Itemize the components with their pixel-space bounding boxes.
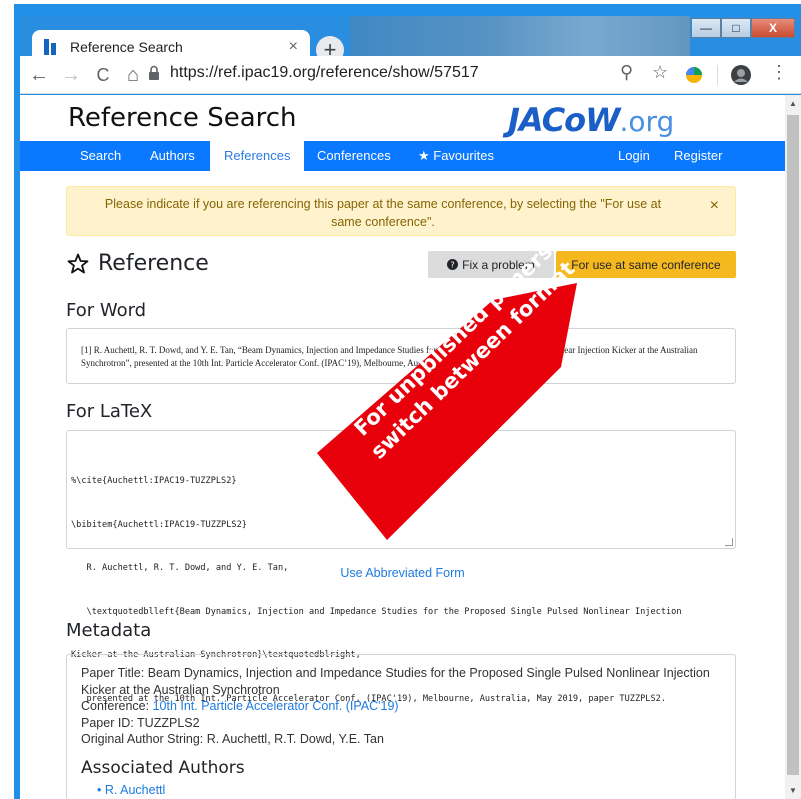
author-string-line: Original Author String: R. Auchettl, R.T… (81, 732, 384, 746)
menu-kebab-icon[interactable]: ⋮ (770, 62, 788, 83)
svg-text:?: ? (451, 261, 455, 270)
browser-toolbar: ← → C ⌂ https://ref.ipac19.org/reference… (20, 56, 801, 94)
bookmark-star-icon[interactable]: ☆ (652, 62, 668, 83)
taskbar-blur (350, 16, 690, 56)
toolbar-divider (717, 65, 718, 85)
jacow-logo[interactable]: JACoW .org (508, 101, 674, 139)
scroll-down-icon[interactable]: ▼ (789, 786, 797, 795)
alert-close-icon[interactable]: × (710, 197, 719, 215)
same-conference-button[interactable]: For use at same conference (556, 251, 736, 278)
same-conference-alert: Please indicate if you are referencing t… (66, 186, 736, 236)
reload-icon[interactable]: C (90, 62, 116, 88)
tab-strip: — □ X Reference Search × + (20, 16, 801, 64)
back-arrow-icon[interactable]: ← (26, 62, 52, 88)
star-outline-icon[interactable] (66, 252, 90, 276)
question-circle-icon: ? (447, 259, 459, 270)
nav-conferences[interactable]: Conferences (305, 141, 403, 171)
reference-title: Reference (98, 251, 209, 276)
author-link[interactable]: R. Auchettl (105, 783, 165, 797)
logo-main: JACoW (508, 101, 620, 139)
maximize-button[interactable]: □ (721, 18, 751, 38)
zoom-icon[interactable]: ⚲ (620, 62, 633, 83)
scroll-up-icon[interactable]: ▲ (789, 99, 797, 108)
word-reference-text: [1] R. Auchettl, R. T. Dowd, and Y. E. T… (81, 345, 698, 368)
reference-heading: Reference (66, 251, 209, 276)
alert-text: Please indicate if you are referencing t… (104, 197, 662, 229)
profile-avatar-icon[interactable] (730, 64, 752, 86)
scroll-thumb[interactable] (787, 115, 799, 775)
close-window-button[interactable]: X (751, 18, 795, 38)
address-bar[interactable]: https://ref.ipac19.org/reference/show/57… (170, 64, 479, 82)
metadata-box: Paper Title: Beam Dynamics, Injection an… (66, 654, 736, 799)
nav-login[interactable]: Login (606, 141, 662, 171)
tab-close-icon[interactable]: × (289, 38, 298, 56)
abbreviated-form-link[interactable]: Use Abbreviated Form (20, 566, 785, 580)
minimize-button[interactable]: — (691, 18, 721, 38)
associated-authors-title: Associated Authors (81, 757, 245, 778)
nav-authors[interactable]: Authors (138, 141, 207, 171)
jacow-favicon-icon (44, 39, 60, 55)
site-header: Reference Search JACoW .org (20, 95, 785, 141)
for-word-title: For Word (66, 300, 147, 321)
for-latex-title: For LaTeX (66, 401, 153, 422)
extension-icon[interactable] (684, 65, 704, 85)
window-controls: — □ X (691, 18, 795, 38)
paper-title-line: Paper Title: Beam Dynamics, Injection an… (81, 666, 710, 697)
textarea-resize-handle[interactable] (725, 538, 733, 546)
conference-link[interactable]: 10th Int. Particle Accelerator Conf. (IP… (153, 699, 399, 713)
lock-icon[interactable] (148, 65, 160, 81)
page-scrollbar[interactable]: ▲ ▼ (785, 95, 801, 799)
logo-suffix: .org (619, 105, 675, 138)
nav-favourites[interactable]: ★ Favourites (406, 141, 506, 171)
author-list-item: • R. Auchettl (97, 783, 166, 797)
tab-title: Reference Search (70, 39, 183, 55)
nav-references[interactable]: References (210, 141, 305, 171)
paper-id-line: Paper ID: TUZZPLS2 (81, 715, 200, 730)
forward-arrow-icon[interactable]: → (58, 62, 84, 88)
nav-search[interactable]: Search (68, 141, 133, 171)
nav-register[interactable]: Register (662, 141, 734, 171)
conference-line: Conference: 10th Int. Particle Accelerat… (81, 699, 399, 713)
home-icon[interactable]: ⌂ (120, 62, 146, 88)
metadata-title: Metadata (66, 620, 152, 641)
main-nav: Search Authors References Conferences ★ … (20, 141, 785, 171)
site-title: Reference Search (68, 103, 297, 133)
